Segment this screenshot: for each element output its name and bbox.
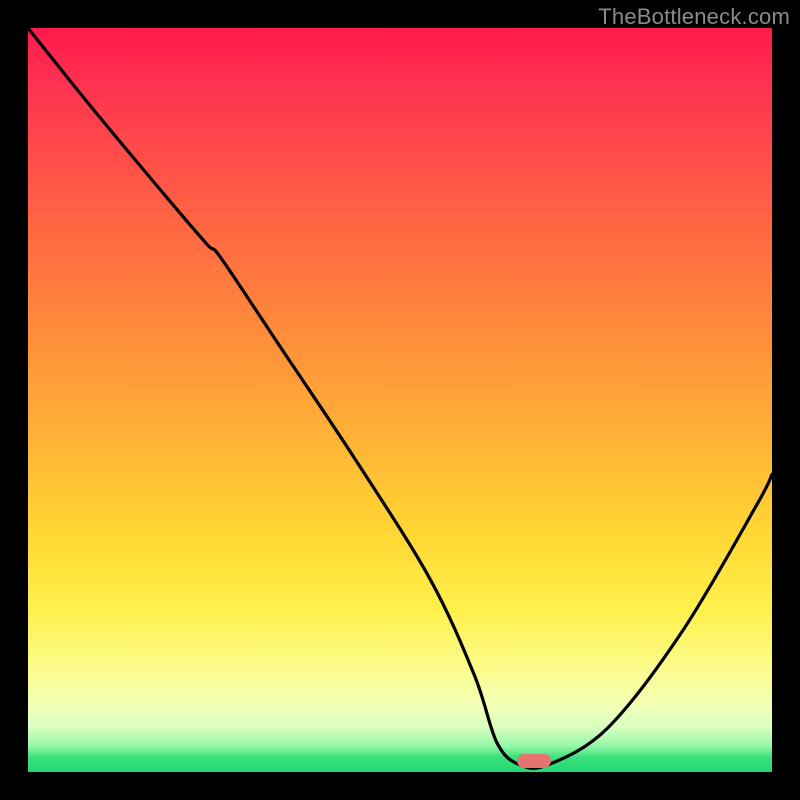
optimal-point-marker — [517, 754, 551, 768]
plot-area — [28, 28, 772, 772]
chart-frame: TheBottleneck.com — [0, 0, 800, 800]
bottleneck-curve — [28, 28, 772, 772]
watermark-text: TheBottleneck.com — [598, 4, 790, 30]
